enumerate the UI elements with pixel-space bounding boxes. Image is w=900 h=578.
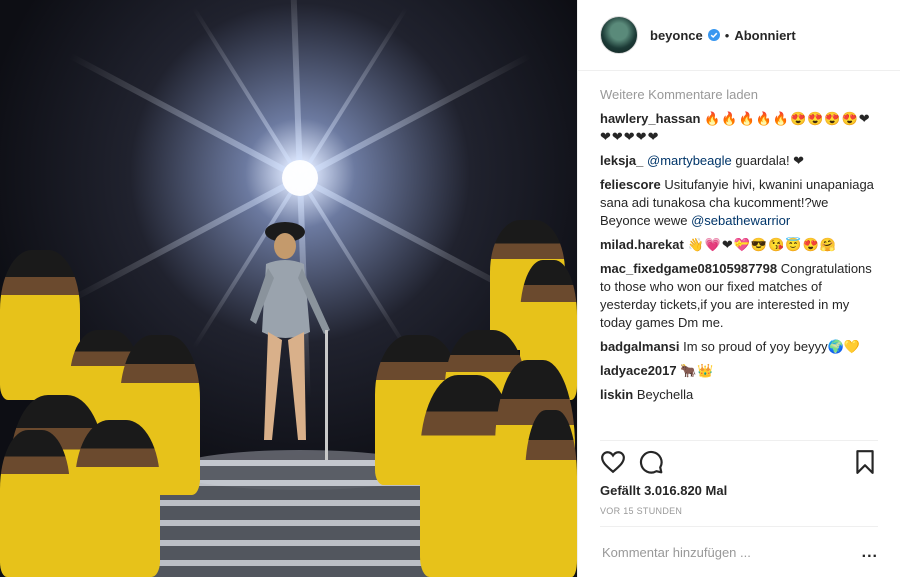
comment-username[interactable]: ladyace2017: [600, 363, 677, 378]
separator-dot: •: [724, 27, 730, 43]
dancer: [0, 430, 70, 577]
add-comment-bar: ...: [600, 526, 878, 578]
post-side-panel: beyonce • Abonniert Weitere Kommentare l…: [577, 0, 900, 577]
likes-count[interactable]: Gefällt 3.016.820 Mal: [600, 483, 878, 498]
comment: milad.harekat 👋💗❤💝😎😘😇😍🤗: [600, 236, 878, 254]
comment-icon[interactable]: [638, 449, 664, 475]
dancer: [0, 250, 80, 400]
post-header: beyonce • Abonniert: [578, 0, 900, 71]
comment-username[interactable]: hawlery_hassan: [600, 111, 700, 126]
avatar[interactable]: [600, 16, 638, 54]
post-timestamp[interactable]: VOR 15 STUNDEN: [600, 506, 878, 516]
comment-text: Beychella: [636, 387, 694, 402]
comment: hawlery_hassan 🔥🔥🔥🔥🔥😍😍😍😍❤❤❤❤❤❤: [600, 110, 878, 146]
more-options-button[interactable]: ...: [862, 544, 878, 562]
comment-username[interactable]: leksja_: [600, 153, 643, 168]
comment: liskin Beychella: [600, 386, 878, 404]
dancer: [75, 420, 160, 577]
comment-text: 👋💗❤💝😎😘😇😍🤗: [687, 237, 837, 252]
post-actions: Gefällt 3.016.820 Mal VOR 15 STUNDEN: [600, 440, 878, 516]
comments-list: Weitere Kommentare laden hawlery_hassan …: [600, 72, 878, 440]
comment-username[interactable]: feliescore: [600, 177, 661, 192]
verified-badge-icon: [707, 29, 720, 41]
heart-icon[interactable]: [600, 449, 626, 475]
comment-mention-link[interactable]: @martybeagle: [647, 153, 732, 168]
comment: feliescore Usitufanyie hivi, kwanini una…: [600, 176, 878, 230]
comment-text: guardala! ❤: [731, 153, 805, 168]
load-more-comments-link[interactable]: Weitere Kommentare laden: [600, 86, 878, 104]
follow-button[interactable]: Abonniert: [734, 28, 795, 43]
comment-text: Im so proud of yoy beyyy🌍💛: [683, 339, 860, 354]
comment: leksja_ @martybeagle guardala! ❤: [600, 152, 878, 170]
comment-text: 🐂👑: [680, 363, 715, 378]
add-comment-input[interactable]: [600, 544, 862, 561]
header-username[interactable]: beyonce: [650, 28, 703, 43]
dancer: [525, 410, 577, 577]
comment-username[interactable]: badgalmansi: [600, 339, 679, 354]
post-photo[interactable]: [0, 0, 577, 577]
comment-username[interactable]: milad.harekat: [600, 237, 684, 252]
action-icons: [600, 441, 878, 483]
bookmark-icon[interactable]: [852, 449, 878, 475]
comment-username[interactable]: liskin: [600, 387, 633, 402]
comment-username[interactable]: mac_fixedgame08105987798: [600, 261, 777, 276]
performer-figure: [250, 222, 330, 460]
post-viewer: beyonce • Abonniert Weitere Kommentare l…: [0, 0, 900, 577]
comment-mention-link[interactable]: @sebathewarrior: [691, 213, 790, 228]
comment: ladyace2017 🐂👑: [600, 362, 878, 380]
comment: mac_fixedgame08105987798 Congratulations…: [600, 260, 878, 332]
comment: badgalmansi Im so proud of yoy beyyy🌍💛: [600, 338, 878, 356]
